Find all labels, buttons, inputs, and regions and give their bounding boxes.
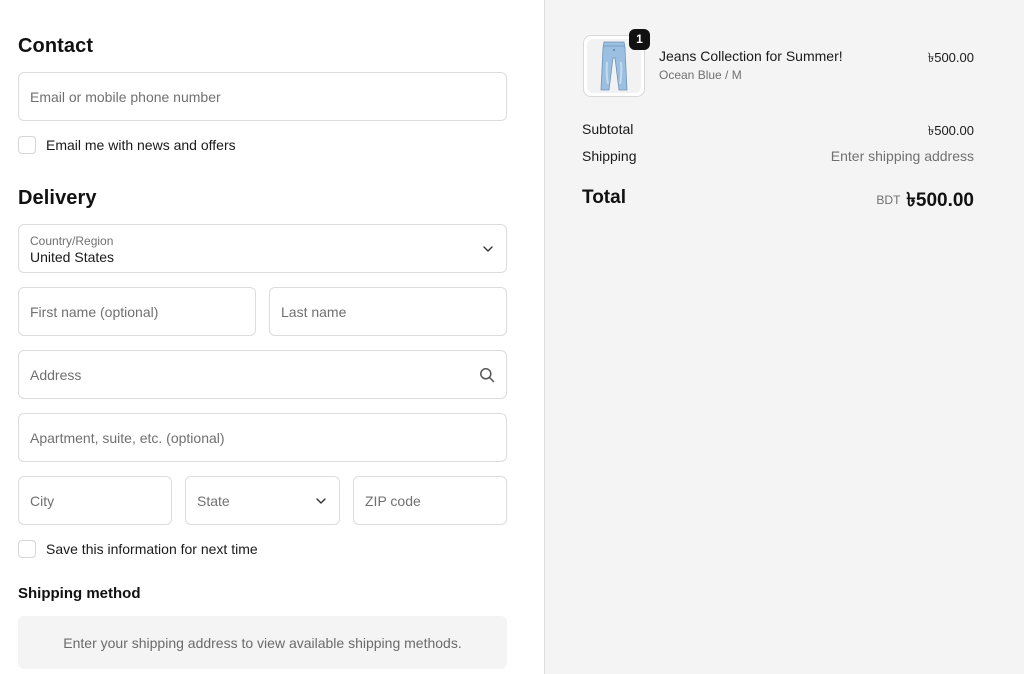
chevron-down-icon (316, 498, 326, 504)
city-placeholder: City (30, 493, 55, 509)
city-field[interactable]: City (18, 476, 172, 525)
state-select[interactable]: State (185, 476, 340, 525)
delivery-heading: Delivery (18, 187, 97, 209)
total-currency: BDT (876, 193, 901, 207)
chevron-down-icon (483, 246, 493, 252)
first-name-placeholder: First name (optional) (30, 304, 159, 320)
zip-field[interactable]: ZIP code (353, 476, 507, 525)
news-checkbox[interactable] (18, 136, 36, 154)
quantity-badge: 1 (629, 29, 650, 50)
country-label: Country/Region (30, 234, 114, 248)
subtotal-value: ৳500.00 (927, 123, 974, 138)
product-variant: Ocean Blue / M (659, 68, 742, 82)
apartment-field[interactable]: Apartment, suite, etc. (optional) (18, 413, 507, 462)
subtotal-label: Subtotal (582, 121, 634, 137)
address-field[interactable]: Address (18, 350, 507, 399)
email-field[interactable]: Email or mobile phone number (18, 72, 507, 121)
total-amount: BDT ৳500.00 (876, 186, 974, 218)
apartment-placeholder: Apartment, suite, etc. (optional) (30, 430, 225, 446)
search-icon (480, 368, 495, 383)
shipping-method-notice-box: Enter your shipping address to view avai… (18, 616, 507, 669)
shipping-label: Shipping (582, 148, 637, 164)
product-price: ৳500.00 (927, 50, 974, 65)
save-info-label: Save this information for next time (46, 541, 258, 557)
address-placeholder: Address (30, 367, 82, 383)
country-value: United States (30, 249, 115, 265)
product-name: Jeans Collection for Summer! (659, 48, 843, 64)
zip-placeholder: ZIP code (365, 493, 421, 509)
state-placeholder: State (197, 493, 230, 509)
last-name-placeholder: Last name (281, 304, 347, 320)
order-summary-panel (544, 0, 1024, 674)
total-value: ৳500.00 (906, 190, 974, 211)
save-info-checkbox[interactable] (18, 540, 36, 558)
last-name-field[interactable]: Last name (269, 287, 507, 336)
shipping-method-heading: Shipping method (18, 585, 141, 602)
shipping-method-notice: Enter your shipping address to view avai… (63, 635, 462, 651)
first-name-field[interactable]: First name (optional) (18, 287, 256, 336)
contact-heading: Contact (18, 35, 94, 57)
shipping-value: Enter shipping address (830, 148, 974, 164)
total-label: Total (582, 187, 626, 208)
email-placeholder: Email or mobile phone number (30, 89, 221, 105)
checkout-form-panel: Contact Email or mobile phone number Ema… (0, 0, 544, 674)
news-checkbox-label: Email me with news and offers (46, 137, 236, 153)
country-select[interactable]: Country/Region United States (18, 224, 507, 273)
